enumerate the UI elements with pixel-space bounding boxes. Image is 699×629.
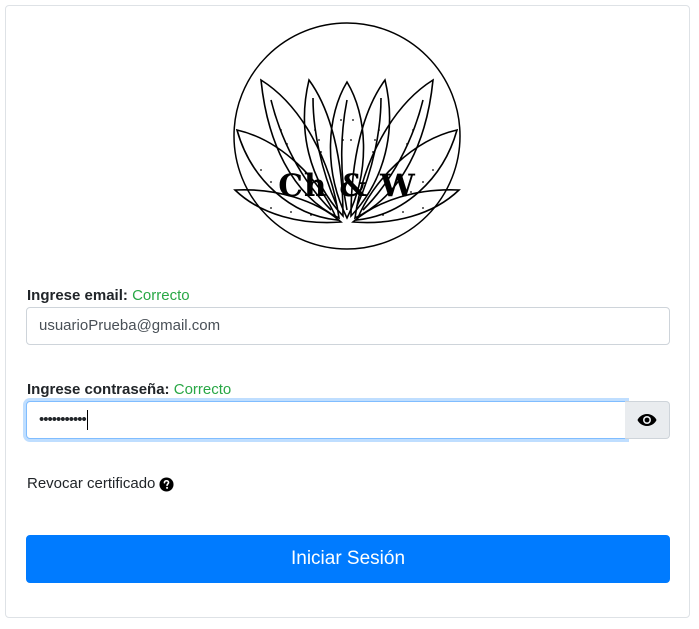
question-circle-icon[interactable] <box>159 476 174 492</box>
email-label: Ingrese email: Correcto <box>27 287 190 305</box>
password-label-text: Ingrese contraseña: <box>27 381 170 398</box>
logo-text: Ch & W <box>278 168 416 204</box>
revoke-certificate-link[interactable]: Revocar certificado <box>27 475 174 493</box>
email-status: Correcto <box>132 287 190 304</box>
password-masked-value: ••••••••••• <box>39 411 87 428</box>
show-password-button[interactable] <box>625 401 670 439</box>
email-field[interactable]: usuarioPrueba@gmail.com <box>26 307 670 345</box>
login-button[interactable]: Iniciar Sesión <box>26 535 670 583</box>
password-status: Correcto <box>173 381 232 398</box>
lotus-logo: Ch & W <box>231 20 463 252</box>
password-label: Ingrese contraseña: Correcto <box>27 381 231 399</box>
email-label-text: Ingrese email: <box>27 287 128 304</box>
eye-icon <box>637 414 657 426</box>
password-field[interactable]: ••••••••••• <box>26 401 626 439</box>
lotus-logo-graphic <box>233 22 461 250</box>
revoke-certificate-label: Revocar certificado <box>27 475 156 492</box>
text-caret <box>86 410 88 431</box>
